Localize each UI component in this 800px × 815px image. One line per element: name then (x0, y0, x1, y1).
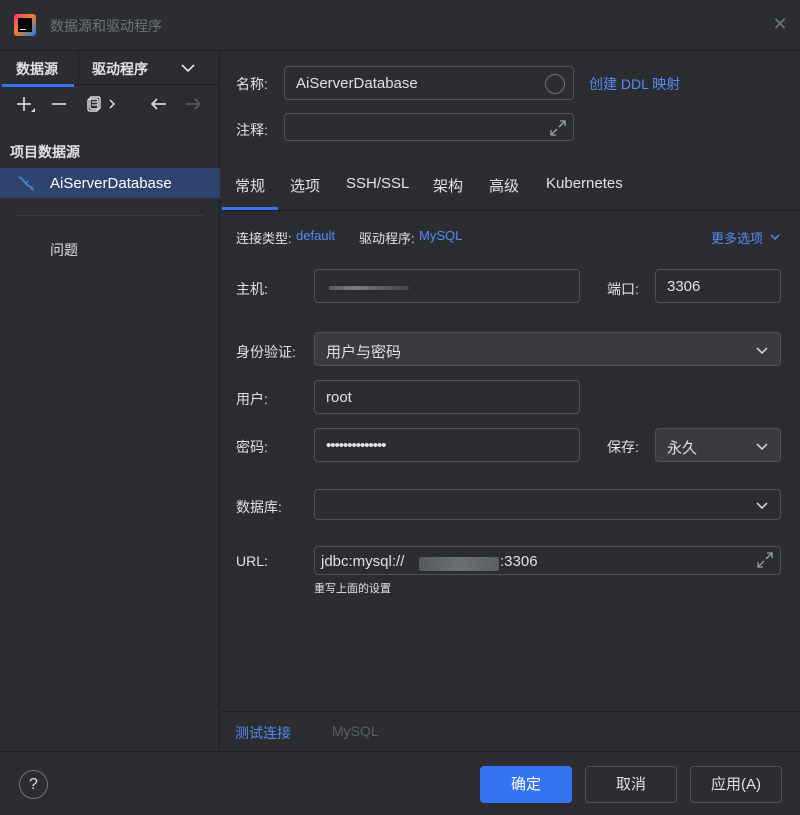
host-field[interactable] (314, 269, 580, 303)
tab-kubernetes[interactable]: Kubernetes (546, 175, 623, 192)
tab-datasources[interactable]: 数据源 (2, 59, 74, 87)
name-value: AiServerDatabase (296, 75, 418, 92)
driver-link[interactable]: MySQL (419, 228, 462, 243)
url-suffix: :3306 (500, 553, 538, 570)
tab-options[interactable]: 选项 (290, 175, 320, 196)
title-bar: 数据源和驱动程序 ✕ (0, 0, 800, 51)
driver-label: 驱动程序: (359, 231, 415, 246)
tab-ssh-ssl[interactable]: SSH/SSL (346, 175, 409, 192)
remove-icon[interactable] (48, 93, 70, 117)
datasource-item[interactable]: AiServerDatabase (0, 168, 220, 198)
add-icon[interactable] (14, 93, 36, 117)
more-options-chevron-icon[interactable] (769, 231, 781, 243)
driver-status: MySQL (332, 723, 379, 739)
app-logo-icon (14, 14, 36, 36)
url-field[interactable]: jdbc:mysql:// :3306 (314, 546, 781, 575)
sidebar-tabs: 数据源 驱动程序 (0, 51, 220, 87)
tab-drivers[interactable]: 驱动程序 (92, 59, 148, 79)
forward-arrow-icon[interactable] (182, 93, 204, 117)
apply-button[interactable]: 应用(A) (690, 766, 782, 803)
url-hint: 重写上面的设置 (314, 583, 391, 595)
sidebar: 数据源 驱动程序 项目数据源 AiServerDatabase 问题 (0, 51, 220, 751)
auth-label: 身份验证: (236, 344, 296, 360)
password-value: •••••••••••••• (326, 437, 387, 454)
chevron-down-icon (756, 443, 768, 451)
connection-type-label: 连接类型: (236, 231, 292, 246)
test-connection-link[interactable]: 测试连接 (235, 723, 291, 743)
ok-button[interactable]: 确定 (480, 766, 572, 803)
chevron-down-icon (756, 502, 768, 510)
url-host-redacted (419, 557, 499, 571)
duplicate-icon[interactable] (84, 93, 120, 117)
cancel-button[interactable]: 取消 (585, 766, 677, 803)
database-label: 数据库: (236, 499, 282, 515)
chevron-down-icon[interactable] (177, 57, 199, 79)
main-panel: 名称: AiServerDatabase 创建 DDL 映射 注释: 常规 选项… (221, 51, 800, 751)
settings-tabs: 常规 选项 SSH/SSL 架构 高级 Kubernetes (221, 161, 800, 211)
name-label: 名称: (236, 76, 268, 92)
password-field[interactable]: •••••••••••••• (314, 428, 580, 462)
user-field[interactable]: root (314, 380, 580, 414)
problems-item[interactable]: 问题 (50, 240, 78, 260)
url-prefix: jdbc:mysql:// (321, 553, 405, 570)
port-label: 端口: (607, 281, 639, 297)
save-select[interactable]: 永久 (655, 428, 781, 462)
mysql-dolphin-icon (18, 176, 35, 191)
url-label: URL: (236, 553, 268, 569)
user-value: root (326, 389, 352, 406)
bottom-strip: 测试连接 MySQL (221, 711, 800, 751)
tab-advanced[interactable]: 高级 (489, 175, 519, 196)
host-value-redacted (329, 286, 409, 290)
tab-schemas[interactable]: 架构 (433, 175, 463, 196)
expand-icon[interactable] (549, 119, 567, 137)
name-field[interactable]: AiServerDatabase (284, 66, 574, 100)
database-select[interactable] (314, 489, 781, 520)
dialog-footer: ? 确定 取消 应用(A) (0, 751, 800, 815)
connection-type-link[interactable]: default (296, 228, 335, 243)
more-options-link[interactable]: 更多选项 (711, 228, 763, 247)
password-label: 密码: (236, 439, 268, 455)
auth-value: 用户与密码 (326, 344, 402, 361)
comment-label: 注释: (236, 122, 268, 138)
auth-select[interactable]: 用户与密码 (314, 332, 781, 366)
tab-general[interactable]: 常规 (221, 175, 279, 210)
project-datasources-heading: 项目数据源 (10, 144, 80, 160)
back-arrow-icon[interactable] (148, 93, 170, 117)
comment-field[interactable] (284, 113, 574, 141)
save-value: 永久 (667, 440, 698, 457)
create-ddl-mapping-link[interactable]: 创建 DDL 映射 (589, 74, 680, 94)
close-icon[interactable]: ✕ (770, 14, 790, 34)
chevron-down-icon (756, 347, 768, 355)
host-label: 主机: (236, 281, 268, 297)
port-field[interactable]: 3306 (655, 269, 781, 303)
sidebar-divider (14, 215, 204, 216)
datasource-label: AiServerDatabase (50, 175, 172, 192)
save-label: 保存: (607, 439, 639, 455)
port-value: 3306 (667, 278, 701, 295)
user-label: 用户: (236, 391, 268, 407)
window-title: 数据源和驱动程序 (50, 18, 162, 34)
help-button[interactable]: ? (19, 770, 48, 799)
color-circle-icon[interactable] (545, 74, 565, 94)
expand-icon[interactable] (756, 551, 774, 569)
sidebar-toolbar (0, 93, 220, 119)
tab-separator (78, 51, 79, 85)
